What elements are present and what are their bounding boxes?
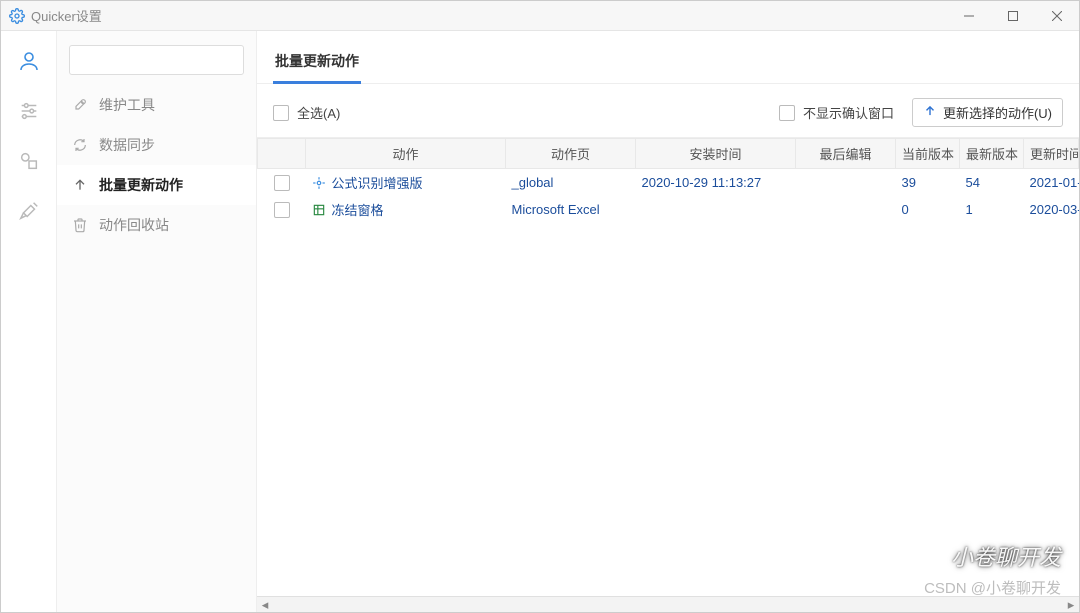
- update-selected-button[interactable]: 更新选择的动作(U): [912, 98, 1063, 127]
- col-install-time[interactable]: 安装时间: [636, 139, 796, 169]
- col-update-time[interactable]: 更新时间: [1024, 139, 1079, 169]
- latest-ver: 1: [960, 196, 1024, 223]
- sidebar-item-sync[interactable]: 数据同步: [57, 125, 256, 165]
- upload-icon: [923, 104, 937, 121]
- sidebar-item-batch-update[interactable]: 批量更新动作: [57, 165, 256, 205]
- install-time: 2020-10-29 11:13:27: [636, 169, 796, 197]
- action-name: 冻结窗格: [332, 200, 384, 219]
- col-action-page[interactable]: 动作页: [506, 139, 636, 169]
- current-ver: 0: [896, 196, 960, 223]
- action-icon: [312, 203, 326, 217]
- hide-confirm-label: 不显示确认窗口: [803, 103, 894, 122]
- table-row[interactable]: 公式识别增强版 _global 2020-10-29 11:13:27 39 5…: [258, 169, 1079, 197]
- action-page: Microsoft Excel: [506, 196, 636, 223]
- col-latest-ver[interactable]: 最新版本: [960, 139, 1024, 169]
- table-row[interactable]: 冻结窗格 Microsoft Excel 0 1 2020-03-07 22:2: [258, 196, 1079, 223]
- row-checkbox[interactable]: [274, 202, 290, 218]
- action-name: 公式识别增强版: [332, 173, 423, 192]
- horizontal-scrollbar[interactable]: ◂ ▸: [257, 596, 1079, 612]
- tab-batch-update[interactable]: 批量更新动作: [273, 45, 361, 84]
- sidebar-item-label: 批量更新动作: [99, 175, 183, 195]
- sidebar-item-label: 动作回收站: [99, 215, 169, 235]
- update-time: 2021-01-06 16:0: [1024, 169, 1079, 197]
- current-ver: 39: [896, 169, 960, 197]
- titlebar: Quicker设置: [1, 1, 1079, 31]
- install-time: [636, 196, 796, 223]
- select-all-label: 全选(A): [297, 103, 340, 122]
- last-edit: [796, 196, 896, 223]
- hide-confirm-checkbox[interactable]: [779, 105, 795, 121]
- col-checkbox[interactable]: [258, 139, 306, 169]
- action-page: _global: [506, 169, 636, 197]
- window-title: Quicker设置: [31, 6, 102, 25]
- sync-icon: [71, 136, 89, 154]
- toolbar: 全选(A) 不显示确认窗口 更新选择的动作(U): [257, 84, 1079, 137]
- content-area: 批量更新动作 全选(A) 不显示确认窗口 更新选择的动作(U): [257, 31, 1079, 612]
- upload-icon: [71, 176, 89, 194]
- user-icon[interactable]: [17, 49, 41, 73]
- shapes-icon[interactable]: [17, 149, 41, 173]
- trash-icon: [71, 216, 89, 234]
- close-button[interactable]: [1035, 1, 1079, 31]
- action-icon: [312, 176, 326, 190]
- row-checkbox[interactable]: [274, 175, 290, 191]
- tabbar: 批量更新动作: [257, 31, 1079, 84]
- latest-ver: 54: [960, 169, 1024, 197]
- app-icon: [9, 8, 25, 24]
- scroll-right-icon[interactable]: ▸: [1063, 597, 1079, 613]
- last-edit: [796, 169, 896, 197]
- col-current-ver[interactable]: 当前版本: [896, 139, 960, 169]
- col-last-edit[interactable]: 最后编辑: [796, 139, 896, 169]
- maximize-button[interactable]: [991, 1, 1035, 31]
- sidebar-item-label: 维护工具: [99, 95, 155, 115]
- sliders-icon[interactable]: [17, 99, 41, 123]
- category-rail: [1, 31, 57, 612]
- tools-icon[interactable]: [17, 199, 41, 223]
- sidebar: 维护工具 数据同步 批量更新动作 动作回收站: [57, 31, 257, 612]
- table-header-row: 动作 动作页 安装时间 最后编辑 当前版本 最新版本 更新时间: [258, 139, 1079, 169]
- sidebar-item-maintenance[interactable]: 维护工具: [57, 85, 256, 125]
- update-selected-label: 更新选择的动作(U): [943, 103, 1052, 122]
- sidebar-item-label: 数据同步: [99, 135, 155, 155]
- sidebar-item-recycle[interactable]: 动作回收站: [57, 205, 256, 245]
- scroll-left-icon[interactable]: ◂: [257, 597, 273, 613]
- select-all-checkbox[interactable]: [273, 105, 289, 121]
- search-input[interactable]: [69, 45, 244, 75]
- actions-table: 动作 动作页 安装时间 最后编辑 当前版本 最新版本 更新时间: [257, 138, 1079, 223]
- table-container: 动作 动作页 安装时间 最后编辑 当前版本 最新版本 更新时间: [257, 137, 1079, 612]
- wrench-icon: [71, 96, 89, 114]
- col-action[interactable]: 动作: [306, 139, 506, 169]
- update-time: 2020-03-07 22:2: [1024, 196, 1079, 223]
- minimize-button[interactable]: [947, 1, 991, 31]
